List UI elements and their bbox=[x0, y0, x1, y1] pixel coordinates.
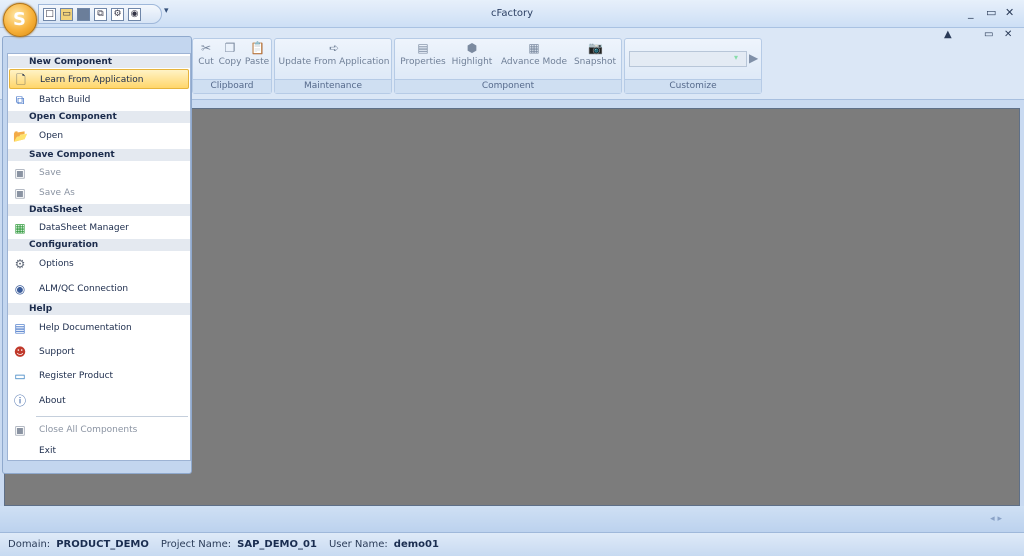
update-icon: ➪ bbox=[328, 41, 340, 55]
document-icon: ▤ bbox=[14, 321, 26, 335]
application-menu: New Component 🗋 Learn From Application ⧉… bbox=[2, 36, 192, 474]
ribbon-close-button[interactable]: ✕ bbox=[1004, 29, 1012, 40]
save-as-icon: ▣ bbox=[14, 186, 26, 200]
tab-scroll-arrows[interactable]: ◂ ▸ bbox=[990, 514, 1002, 524]
menu-item-learn-from-application[interactable]: 🗋 Learn From Application bbox=[9, 69, 189, 89]
project-value: SAP_DEMO_01 bbox=[237, 539, 317, 550]
connection-icon: ◉ bbox=[14, 282, 26, 296]
copy-icon: ❐ bbox=[224, 41, 236, 55]
application-menu-button[interactable]: S bbox=[3, 3, 37, 37]
close-button[interactable]: ✕ bbox=[1005, 6, 1014, 19]
status-bar: Domain: PRODUCT_DEMO Project Name: SAP_D… bbox=[0, 532, 1024, 556]
copy-button[interactable]: ❐ Copy bbox=[217, 41, 243, 67]
menu-item-help-documentation[interactable]: ▤ Help Documentation bbox=[9, 318, 189, 338]
customize-combo[interactable]: ▾ bbox=[629, 51, 747, 67]
title-bar: □ ▭ ⧉ ⚙ ◉ ▾ cFactory _ ▭ ✕ bbox=[0, 0, 1024, 28]
section-save-component: Save Component bbox=[8, 149, 190, 161]
user-value: demo01 bbox=[393, 539, 439, 550]
minimize-button[interactable]: _ bbox=[968, 6, 974, 19]
maximize-button[interactable]: ▭ bbox=[986, 6, 996, 19]
chevron-down-icon[interactable]: ▾ bbox=[734, 53, 744, 65]
batch-build-icon: ⧉ bbox=[15, 93, 25, 107]
maintenance-group-label: Maintenance bbox=[275, 79, 391, 93]
save-icon: ▣ bbox=[14, 166, 26, 180]
scissors-icon: ✂ bbox=[200, 41, 212, 55]
register-icon: ▭ bbox=[14, 369, 26, 383]
customize-group: ▾ ▶ Customize bbox=[624, 38, 762, 94]
section-configuration: Configuration bbox=[8, 239, 190, 251]
camera-icon: 📷 bbox=[588, 41, 603, 55]
application-menu-list: New Component 🗋 Learn From Application ⧉… bbox=[7, 53, 191, 461]
domain-value: PRODUCT_DEMO bbox=[56, 539, 149, 550]
cut-button[interactable]: ✂ Cut bbox=[195, 41, 217, 67]
update-from-application-button[interactable]: ➪ Update From Application bbox=[277, 41, 391, 67]
gear-icon: ⚙ bbox=[14, 257, 26, 271]
user-label: User Name: bbox=[328, 539, 388, 550]
customize-group-label: Customize bbox=[625, 79, 761, 93]
menu-item-alm-qc-connection[interactable]: ◉ ALM/QC Connection bbox=[9, 279, 189, 299]
menu-item-save-as[interactable]: ▣ Save As bbox=[9, 183, 189, 203]
properties-button[interactable]: ▤ Properties bbox=[399, 41, 447, 67]
ribbon-restore-button[interactable]: ▭ bbox=[984, 29, 993, 40]
clipboard-group-label: Clipboard bbox=[193, 79, 271, 93]
menu-item-open[interactable]: 📂 Open bbox=[9, 126, 189, 146]
component-group: ▤ Properties ⬢ Highlight ▦ Advance Mode 📷 Sn… bbox=[394, 38, 622, 94]
properties-icon: ▤ bbox=[417, 41, 429, 55]
advance-mode-button[interactable]: ▦ Advance Mode bbox=[499, 41, 569, 67]
section-open-component: Open Component bbox=[8, 111, 190, 123]
datasheet-icon: ▦ bbox=[14, 221, 26, 235]
advance-mode-icon: ▦ bbox=[528, 41, 540, 55]
section-datasheet: DataSheet bbox=[8, 204, 190, 216]
paste-button[interactable]: 📋 Paste bbox=[243, 41, 271, 67]
window-title: cFactory bbox=[490, 8, 534, 19]
close-all-icon: ▣ bbox=[14, 423, 26, 437]
component-group-label: Component bbox=[395, 79, 621, 93]
play-arrow-icon[interactable]: ▶ bbox=[749, 51, 758, 65]
domain-label: Domain: bbox=[8, 539, 51, 550]
paste-icon: 📋 bbox=[250, 41, 265, 55]
highlight-button[interactable]: ⬢ Highlight bbox=[449, 41, 495, 67]
menu-item-close-all-components[interactable]: ▣ Close All Components bbox=[9, 420, 189, 440]
menu-item-datasheet-manager[interactable]: ▦ DataSheet Manager bbox=[9, 218, 189, 238]
menu-item-register-product[interactable]: ▭ Register Product bbox=[9, 366, 189, 386]
ribbon-collapse-button[interactable]: ▲ bbox=[944, 29, 952, 40]
menu-item-exit[interactable]: Exit bbox=[9, 441, 189, 461]
menu-item-save[interactable]: ▣ Save bbox=[9, 163, 189, 183]
support-person-icon: ☻ bbox=[13, 345, 27, 359]
snapshot-button[interactable]: 📷 Snapshot bbox=[571, 41, 619, 67]
menu-item-about[interactable]: ⓘ About bbox=[9, 391, 189, 411]
menu-separator bbox=[36, 416, 188, 417]
open-folder-icon: 📂 bbox=[13, 129, 28, 143]
maintenance-group: ➪ Update From Application Maintenance bbox=[274, 38, 392, 94]
clipboard-group: ✂ Cut ❐ Copy 📋 Paste Clipboard bbox=[192, 38, 272, 94]
section-help: Help bbox=[8, 303, 190, 315]
menu-item-options[interactable]: ⚙ Options bbox=[9, 254, 189, 274]
menu-item-support[interactable]: ☻ Support bbox=[9, 342, 189, 362]
bottom-band: ◂ ▸ bbox=[0, 506, 1024, 532]
menu-item-batch-build[interactable]: ⧉ Batch Build bbox=[9, 90, 189, 110]
new-document-icon: 🗋 bbox=[16, 73, 26, 87]
project-label: Project Name: bbox=[160, 539, 232, 550]
cube-icon: ⬢ bbox=[466, 41, 478, 55]
app-logo-icon: S bbox=[13, 9, 26, 30]
info-icon: ⓘ bbox=[13, 394, 26, 408]
section-new-component: New Component bbox=[8, 56, 190, 68]
